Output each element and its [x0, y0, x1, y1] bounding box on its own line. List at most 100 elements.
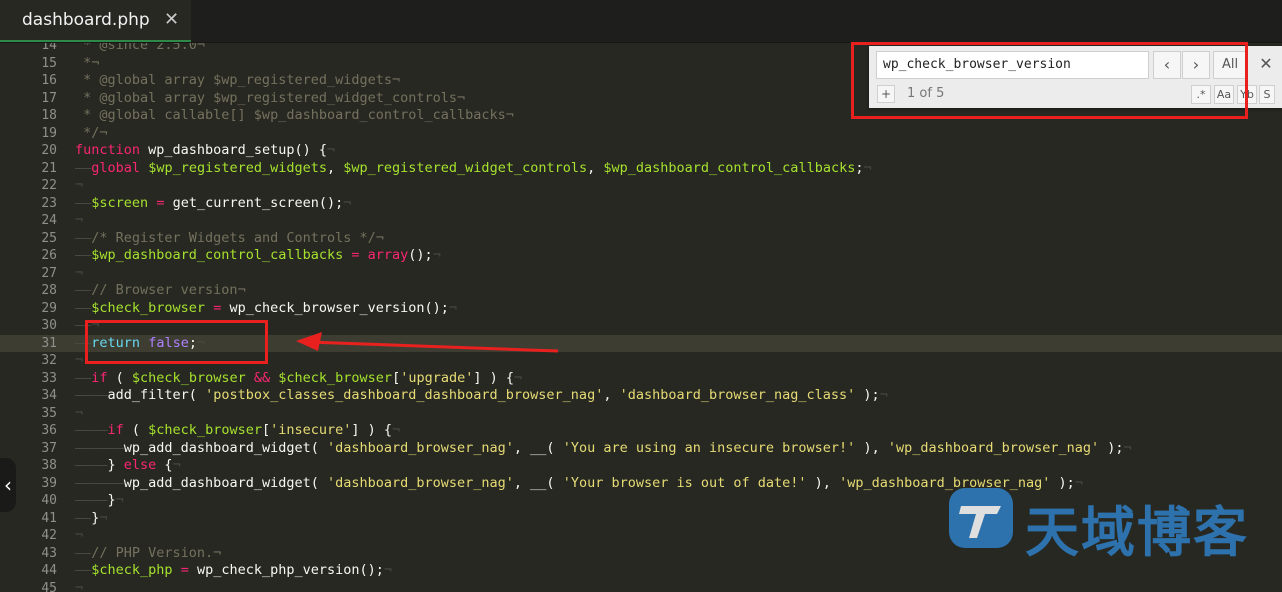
code-text: ——if ( $check_browser && $check_browser[… [75, 370, 522, 388]
line-number: 22 [41, 178, 57, 193]
code-token: —— [75, 282, 92, 298]
code-token: $check_browser [91, 299, 206, 316]
code-token: ¬ [863, 159, 872, 176]
line-number: 30 [41, 318, 57, 333]
code-token: —— [75, 247, 92, 263]
code-token: && [253, 369, 271, 386]
line-number: 25 [41, 230, 57, 246]
code-token: ); [1099, 439, 1124, 456]
code-token: $screen [91, 194, 149, 211]
code-line[interactable]: 23 ——$screen = get_current_screen();¬ [0, 195, 1282, 213]
code-text: */¬ [75, 125, 107, 143]
code-token: 'insecure' [270, 422, 352, 438]
annotation-arrow-icon [296, 332, 559, 353]
code-token: ( [123, 422, 149, 438]
code-line[interactable]: 22 ¬ [0, 177, 1282, 195]
code-text: * @global array $wp_registered_widgets¬ [75, 72, 400, 90]
code-token: wp_check_php_version(); [188, 562, 384, 578]
line-number: 31 [41, 335, 57, 351]
code-token: $wp_registered_widget_controls [343, 159, 588, 176]
line-number: 15 [41, 55, 57, 71]
code-token: = [180, 562, 189, 578]
code-text: ——global $wp_registered_widgets, $wp_reg… [75, 160, 872, 178]
code-token: ¬ [383, 562, 393, 578]
code-token: } [107, 492, 116, 508]
code-line[interactable]: 33 ——if ( $check_browser && $check_browse… [0, 370, 1282, 388]
code-text: * @global callable[] $wp_dashboard_contr… [75, 107, 514, 125]
line-number: 17 [41, 90, 57, 106]
code-line[interactable]: 37 ——————wp_add_dashboard_widget( 'dashbo… [0, 440, 1282, 458]
close-icon[interactable]: ✕ [164, 9, 179, 30]
code-text: ¬ [75, 527, 83, 545]
watermark-text: 天域博客 [1025, 501, 1249, 564]
code-token: ), [855, 439, 888, 456]
code-line[interactable]: 24 ¬ [0, 212, 1282, 230]
code-line[interactable]: 36 ————if ( $check_browser['insecure'] ) … [0, 422, 1282, 440]
line-number: 33 [41, 370, 57, 386]
code-token: , __( [513, 439, 563, 456]
code-token: 'dashboard_browser_nag' [326, 474, 514, 491]
code-token: —— [75, 299, 92, 316]
code-text: ——// Browser version¬ [75, 282, 246, 300]
code-token: 'Your browser is out of date!' [562, 474, 807, 491]
code-token: ———— [75, 422, 108, 438]
code-token: , [327, 159, 344, 176]
code-line[interactable]: 35 ¬ [0, 405, 1282, 423]
code-token: if [91, 369, 108, 386]
code-token: —— [75, 194, 92, 211]
code-token: ¬ [75, 352, 84, 368]
code-token: // Browser version¬ [91, 282, 246, 298]
code-token: } [107, 457, 124, 473]
code-token: ¬ [514, 369, 523, 386]
tab-bar: dashboard.php ✕ [0, 0, 1282, 43]
code-line[interactable]: 38 ————} else {¬ [0, 457, 1282, 475]
code-token: —— [75, 369, 92, 386]
code-text: ¬ [75, 405, 83, 423]
code-token: —— [75, 159, 92, 176]
code-token: ¬ [99, 509, 108, 526]
side-panel-toggle[interactable]: ‹ [0, 458, 16, 512]
code-token: * @since 2.5.0¬ [75, 43, 206, 53]
code-token: wp_check_browser_version(); [221, 299, 449, 316]
code-line[interactable]: 45 ¬ [0, 580, 1282, 592]
code-text: function wp_dashboard_setup() {¬ [75, 142, 335, 160]
code-token: 'postbox_classes_dashboard_dashboard_bro… [205, 387, 604, 403]
tab-dashboard-php[interactable]: dashboard.php ✕ [0, 0, 191, 42]
line-number: 28 [41, 283, 57, 298]
code-line[interactable]: 26 ——$wp_dashboard_control_callbacks = ar… [0, 247, 1282, 265]
code-token: function [75, 142, 141, 158]
code-line[interactable]: 27 ¬ [0, 265, 1282, 283]
selection-toggle[interactable]: S [1259, 85, 1275, 104]
code-token: ¬ [343, 194, 352, 211]
code-token: ¬ [75, 527, 84, 543]
code-line[interactable]: 29 ——$check_browser = wp_check_browser_ve… [0, 300, 1282, 318]
line-number: 26 [41, 248, 57, 263]
code-token: —————— [75, 439, 124, 456]
code-token: ¬ [75, 264, 84, 281]
code-token: 'dashboard_browser_nag_class' [619, 387, 856, 403]
code-line[interactable]: 21 ——global $wp_registered_widgets, $wp_r… [0, 160, 1282, 178]
code-text: ——$wp_dashboard_control_callbacks = arra… [75, 247, 441, 265]
code-text: ¬ [75, 212, 83, 230]
code-token: add_filter( [107, 387, 206, 403]
code-line[interactable]: 20 function wp_dashboard_setup() {¬ [0, 142, 1282, 160]
code-token: ); [855, 387, 880, 403]
code-text: * @global array $wp_registered_widget_co… [75, 90, 465, 108]
code-token: —— [75, 509, 92, 526]
close-icon[interactable]: ✕ [1255, 52, 1277, 76]
code-token: [ [261, 422, 271, 438]
code-line[interactable]: 34 ————add_filter( 'postbox_classes_dashb… [0, 387, 1282, 405]
line-number: 34 [41, 388, 57, 403]
line-number: 42 [41, 528, 57, 543]
code-line[interactable]: 25 ——/* Register Widgets and Controls */¬ [0, 230, 1282, 248]
code-line[interactable]: 19 */¬ [0, 125, 1282, 143]
code-token: = [351, 247, 360, 263]
code-text: ——$check_browser = wp_check_browser_vers… [75, 300, 457, 318]
code-text: ¬ [75, 265, 83, 283]
code-text: ————} else {¬ [75, 457, 181, 475]
code-token: ¬ [172, 457, 181, 473]
code-token: $wp_registered_widgets [148, 159, 327, 176]
code-line[interactable]: 28 ——// Browser version¬ [0, 282, 1282, 300]
code-text: ——$screen = get_current_screen();¬ [75, 195, 351, 213]
